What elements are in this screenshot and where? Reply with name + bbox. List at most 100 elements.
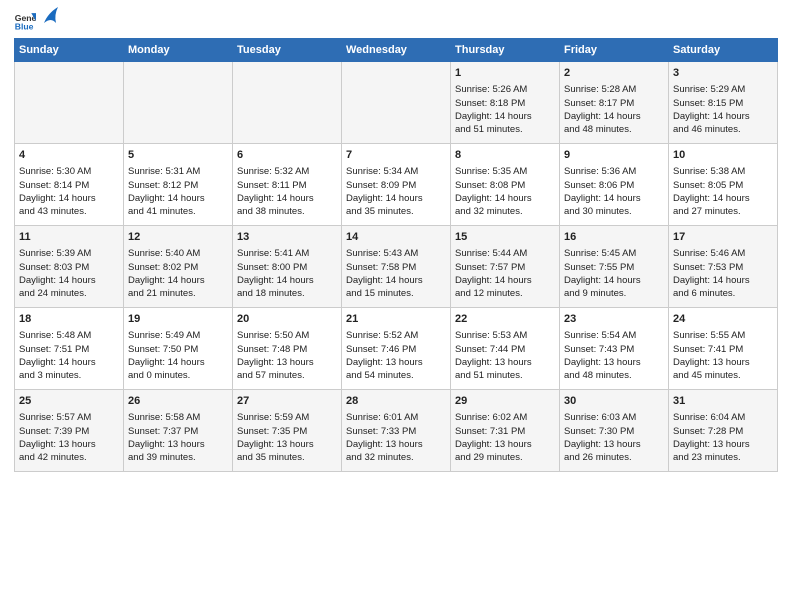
calendar-week-row: 25 Sunrise: 5:57 AM Sunset: 7:39 PM Dayli… [15,390,778,472]
weekday-header: Wednesday [342,39,451,62]
calendar-day-cell [342,62,451,144]
calendar-day-cell: 18 Sunrise: 5:48 AM Sunset: 7:51 PM Dayli… [15,308,124,390]
day-info: Sunrise: 5:29 AM Sunset: 8:15 PM Dayligh… [673,84,750,135]
day-number: 8 [455,148,555,163]
day-number: 21 [346,312,446,327]
weekday-header: Saturday [669,39,778,62]
day-number: 29 [455,394,555,409]
calendar-day-cell: 5Sunrise: 5:31 AM Sunset: 8:12 PM Daylig… [124,144,233,226]
calendar-day-cell: 19Sunrise: 5:49 AM Sunset: 7:50 PM Dayli… [124,308,233,390]
day-number: 9 [564,148,664,163]
calendar-day-cell: 11 Sunrise: 5:39 AM Sunset: 8:03 PM Dayli… [15,226,124,308]
calendar-day-cell: 21 Sunrise: 5:52 AM Sunset: 7:46 PM Dayli… [342,308,451,390]
calendar-day-cell: 30 Sunrise: 6:03 AM Sunset: 7:30 PM Dayli… [560,390,669,472]
calendar-week-row: 11 Sunrise: 5:39 AM Sunset: 8:03 PM Dayli… [15,226,778,308]
day-info: Sunrise: 5:55 AM Sunset: 7:41 PM Dayligh… [673,330,750,381]
day-info: Sunrise: 5:46 AM Sunset: 7:53 PM Dayligh… [673,248,750,299]
calendar-day-cell: 23 Sunrise: 5:54 AM Sunset: 7:43 PM Dayli… [560,308,669,390]
calendar-week-row: 18 Sunrise: 5:48 AM Sunset: 7:51 PM Dayli… [15,308,778,390]
calendar-week-row: 1 Sunrise: 5:26 AM Sunset: 8:18 PM Daylig… [15,62,778,144]
header-row: SundayMondayTuesdayWednesdayThursdayFrid… [15,39,778,62]
calendar-day-cell: 12 Sunrise: 5:40 AM Sunset: 8:02 PM Dayli… [124,226,233,308]
calendar-day-cell: 29 Sunrise: 6:02 AM Sunset: 7:31 PM Dayli… [451,390,560,472]
calendar-day-cell: 16Sunrise: 5:45 AM Sunset: 7:55 PM Dayli… [560,226,669,308]
day-info: Sunrise: 5:52 AM Sunset: 7:46 PM Dayligh… [346,330,423,381]
day-number: 20 [237,312,337,327]
day-info: Sunrise: 5:36 AM Sunset: 8:06 PM Dayligh… [564,166,641,217]
calendar-day-cell: 13 Sunrise: 5:41 AM Sunset: 8:00 PM Dayli… [233,226,342,308]
day-number: 3 [673,66,773,81]
day-number: 15 [455,230,555,245]
calendar-day-cell: 1 Sunrise: 5:26 AM Sunset: 8:18 PM Daylig… [451,62,560,144]
calendar-day-cell: 15 Sunrise: 5:44 AM Sunset: 7:57 PM Dayli… [451,226,560,308]
calendar-day-cell [124,62,233,144]
day-number: 13 [237,230,337,245]
day-info: Sunrise: 5:40 AM Sunset: 8:02 PM Dayligh… [128,248,205,299]
day-number: 25 [19,394,119,409]
calendar-day-cell: 4Sunrise: 5:30 AM Sunset: 8:14 PM Daylig… [15,144,124,226]
calendar-day-cell: 24Sunrise: 5:55 AM Sunset: 7:41 PM Dayli… [669,308,778,390]
day-number: 22 [455,312,555,327]
day-info: Sunrise: 5:45 AM Sunset: 7:55 PM Dayligh… [564,248,641,299]
calendar-day-cell: 17 Sunrise: 5:46 AM Sunset: 7:53 PM Dayli… [669,226,778,308]
day-number: 1 [455,66,555,81]
weekday-header: Sunday [15,39,124,62]
calendar-table: SundayMondayTuesdayWednesdayThursdayFrid… [14,38,778,472]
day-info: Sunrise: 5:58 AM Sunset: 7:37 PM Dayligh… [128,412,205,463]
calendar-day-cell: 6Sunrise: 5:32 AM Sunset: 8:11 PM Daylig… [233,144,342,226]
day-number: 23 [564,312,664,327]
day-number: 27 [237,394,337,409]
day-number: 18 [19,312,119,327]
calendar-day-cell: 28 Sunrise: 6:01 AM Sunset: 7:33 PM Dayli… [342,390,451,472]
day-info: Sunrise: 5:59 AM Sunset: 7:35 PM Dayligh… [237,412,314,463]
page-header: General Blue [14,10,778,32]
day-info: Sunrise: 5:50 AM Sunset: 7:48 PM Dayligh… [237,330,314,381]
day-number: 11 [19,230,119,245]
calendar-day-cell: 22Sunrise: 5:53 AM Sunset: 7:44 PM Dayli… [451,308,560,390]
day-number: 12 [128,230,228,245]
day-number: 28 [346,394,446,409]
calendar-day-cell [233,62,342,144]
calendar-day-cell [15,62,124,144]
day-info: Sunrise: 6:02 AM Sunset: 7:31 PM Dayligh… [455,412,532,463]
day-info: Sunrise: 5:28 AM Sunset: 8:17 PM Dayligh… [564,84,641,135]
day-info: Sunrise: 5:48 AM Sunset: 7:51 PM Dayligh… [19,330,96,381]
day-info: Sunrise: 5:54 AM Sunset: 7:43 PM Dayligh… [564,330,641,381]
svg-text:Blue: Blue [15,22,34,32]
weekday-header: Thursday [451,39,560,62]
calendar-day-cell: 10Sunrise: 5:38 AM Sunset: 8:05 PM Dayli… [669,144,778,226]
weekday-header: Tuesday [233,39,342,62]
weekday-header: Monday [124,39,233,62]
day-info: Sunrise: 6:04 AM Sunset: 7:28 PM Dayligh… [673,412,750,463]
day-number: 26 [128,394,228,409]
day-info: Sunrise: 5:38 AM Sunset: 8:05 PM Dayligh… [673,166,750,217]
logo-icon: General Blue [14,10,36,32]
day-info: Sunrise: 5:35 AM Sunset: 8:08 PM Dayligh… [455,166,532,217]
calendar-day-cell: 7Sunrise: 5:34 AM Sunset: 8:09 PM Daylig… [342,144,451,226]
day-number: 17 [673,230,773,245]
weekday-header: Friday [560,39,669,62]
day-info: Sunrise: 5:32 AM Sunset: 8:11 PM Dayligh… [237,166,314,217]
day-number: 14 [346,230,446,245]
day-info: Sunrise: 5:31 AM Sunset: 8:12 PM Dayligh… [128,166,205,217]
calendar-week-row: 4Sunrise: 5:30 AM Sunset: 8:14 PM Daylig… [15,144,778,226]
calendar-day-cell: 25 Sunrise: 5:57 AM Sunset: 7:39 PM Dayli… [15,390,124,472]
day-number: 4 [19,148,119,163]
day-number: 30 [564,394,664,409]
calendar-day-cell: 26 Sunrise: 5:58 AM Sunset: 7:37 PM Dayli… [124,390,233,472]
calendar-day-cell: 31 Sunrise: 6:04 AM Sunset: 7:28 PM Dayli… [669,390,778,472]
calendar-day-cell: 20 Sunrise: 5:50 AM Sunset: 7:48 PM Dayli… [233,308,342,390]
day-number: 7 [346,148,446,163]
day-info: Sunrise: 5:43 AM Sunset: 7:58 PM Dayligh… [346,248,423,299]
day-info: Sunrise: 5:39 AM Sunset: 8:03 PM Dayligh… [19,248,96,299]
day-info: Sunrise: 5:26 AM Sunset: 8:18 PM Dayligh… [455,84,532,135]
day-number: 31 [673,394,773,409]
day-info: Sunrise: 5:44 AM Sunset: 7:57 PM Dayligh… [455,248,532,299]
calendar-day-cell: 2Sunrise: 5:28 AM Sunset: 8:17 PM Daylig… [560,62,669,144]
day-info: Sunrise: 6:03 AM Sunset: 7:30 PM Dayligh… [564,412,641,463]
day-info: Sunrise: 6:01 AM Sunset: 7:33 PM Dayligh… [346,412,423,463]
day-info: Sunrise: 5:41 AM Sunset: 8:00 PM Dayligh… [237,248,314,299]
day-info: Sunrise: 5:57 AM Sunset: 7:39 PM Dayligh… [19,412,96,463]
calendar-day-cell: 8 Sunrise: 5:35 AM Sunset: 8:08 PM Daylig… [451,144,560,226]
calendar-day-cell: 14 Sunrise: 5:43 AM Sunset: 7:58 PM Dayli… [342,226,451,308]
